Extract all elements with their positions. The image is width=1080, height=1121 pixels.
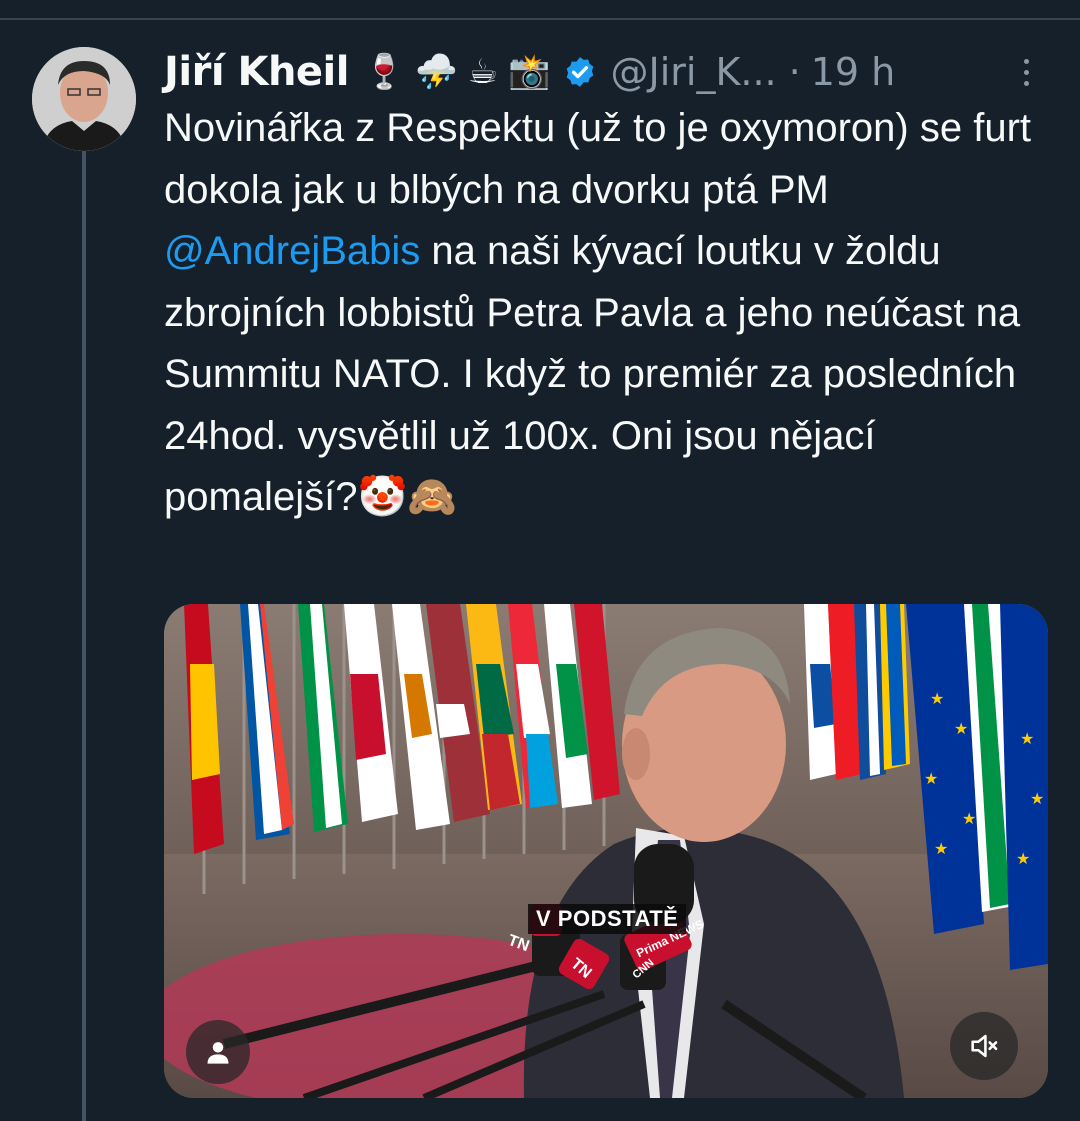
svg-text:★: ★ — [1020, 729, 1034, 748]
thread-line — [82, 150, 86, 1121]
svg-text:★: ★ — [924, 769, 938, 788]
more-options-icon[interactable] — [1014, 50, 1038, 94]
tweet-header: Jiří Kheil 🍷 ⛈️ ☕ 📸 @Jiri_K... · 19 h — [164, 44, 1044, 100]
coffee-emoji-icon: ☕ — [467, 52, 499, 92]
video-person-icon[interactable] — [186, 1020, 250, 1084]
svg-text:★: ★ — [1016, 849, 1030, 868]
author-avatar[interactable] — [32, 47, 136, 151]
storm-emoji-icon: ⛈️ — [415, 52, 458, 92]
author-handle[interactable]: @Jiri_K... — [611, 50, 777, 94]
wine-emoji-icon: 🍷 — [362, 52, 406, 92]
video-media[interactable]: ★ ★ ★ ★ ★ ★ ★ ★ TN TN Prima NEWS CNN — [164, 604, 1048, 1098]
tweet-text-part1: Novinářka z Respektu (už to je oxymoron)… — [164, 106, 1032, 212]
mute-toggle-icon[interactable] — [950, 1012, 1018, 1080]
svg-text:★: ★ — [962, 809, 976, 828]
mention-link[interactable]: @AndrejBabis — [164, 229, 420, 273]
separator-dot: · — [788, 50, 801, 94]
svg-text:★: ★ — [954, 719, 968, 738]
svg-text:★: ★ — [934, 839, 948, 858]
tweet-trailing-emojis: 🤡🙈 — [357, 475, 458, 519]
author-emojis: 🍷 ⛈️ ☕ 📸 — [363, 55, 551, 89]
video-caption: V PODSTATĚ — [528, 904, 687, 934]
svg-text:★: ★ — [930, 689, 944, 708]
camera-emoji-icon: 📸 — [508, 52, 551, 92]
verified-badge-icon — [563, 55, 597, 89]
author-name[interactable]: Jiří Kheil — [164, 49, 349, 95]
svg-text:★: ★ — [1030, 789, 1044, 808]
tweet-text: Novinářka z Respektu (už to je oxymoron)… — [164, 98, 1044, 529]
top-divider — [0, 18, 1080, 20]
tweet-timestamp[interactable]: 19 h — [811, 50, 896, 94]
